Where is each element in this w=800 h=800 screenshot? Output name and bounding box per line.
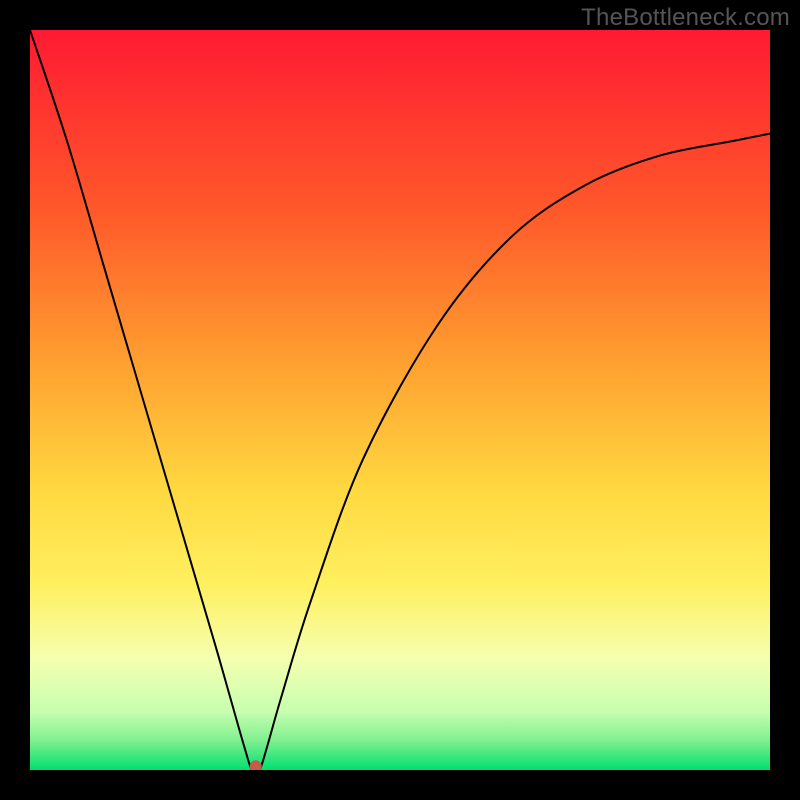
curve-layer — [30, 30, 770, 770]
minimum-marker — [250, 760, 262, 770]
watermark-text: TheBottleneck.com — [581, 4, 790, 32]
bottleneck-curve — [30, 30, 770, 770]
plot-area — [30, 30, 770, 770]
chart-frame: TheBottleneck.com — [0, 0, 800, 800]
